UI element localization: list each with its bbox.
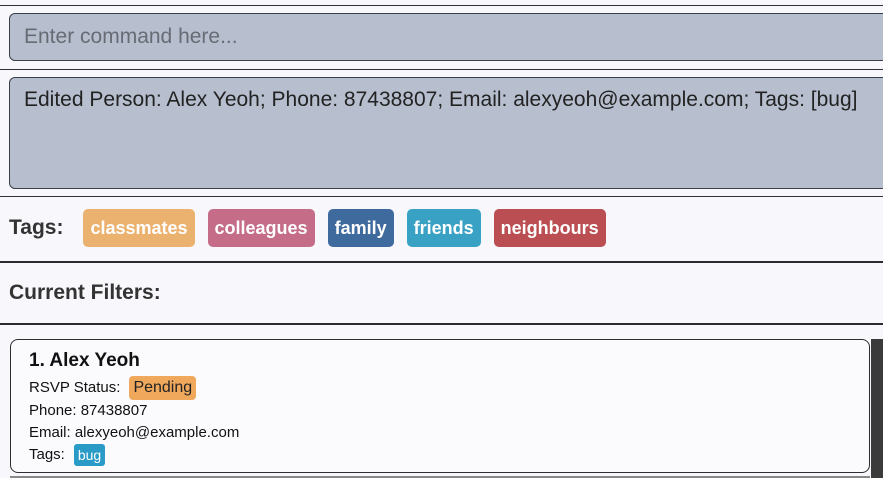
command-divider	[0, 69, 883, 70]
filters-divider	[0, 323, 883, 325]
person-tag-bug: bug	[73, 444, 106, 466]
tag-family[interactable]: family	[327, 209, 394, 247]
person-card[interactable]: 1. Alex Yeoh RSVP Status: Pending Phone:…	[10, 339, 870, 473]
rsvp-row: RSVP Status: Pending	[29, 376, 851, 400]
tags-divider	[0, 261, 883, 263]
tag-neighbours[interactable]: neighbours	[493, 209, 606, 247]
phone-row: Phone: 87438807	[29, 402, 148, 419]
tag-colleagues[interactable]: colleagues	[207, 209, 315, 247]
command-box	[9, 13, 883, 61]
result-text: Edited Person: Alex Yeoh; Phone: 8743880…	[24, 88, 858, 111]
result-divider	[0, 196, 883, 197]
result-display: Edited Person: Alex Yeoh; Phone: 8743880…	[9, 77, 883, 189]
top-divider	[0, 5, 883, 6]
person-tags-row: Tags: bug	[29, 444, 851, 466]
person-name: 1. Alex Yeoh	[29, 350, 140, 371]
person-tags-label: Tags:	[29, 446, 65, 463]
tag-classmates[interactable]: classmates	[83, 209, 195, 247]
tags-bar: Tags: classmates colleagues family frien…	[9, 209, 619, 247]
tags-bar-label: Tags:	[9, 216, 64, 239]
app-window: Edited Person: Alex Yeoh; Phone: 8743880…	[0, 0, 883, 478]
list-scrollbar[interactable]	[871, 339, 883, 478]
rsvp-label: RSVP Status:	[29, 379, 121, 396]
tag-friends[interactable]: friends	[406, 209, 481, 247]
command-input[interactable]	[10, 14, 883, 60]
current-filters-label: Current Filters:	[9, 281, 161, 304]
email-row: Email: alexyeoh@example.com	[29, 424, 240, 441]
rsvp-status-badge: Pending	[129, 376, 197, 400]
